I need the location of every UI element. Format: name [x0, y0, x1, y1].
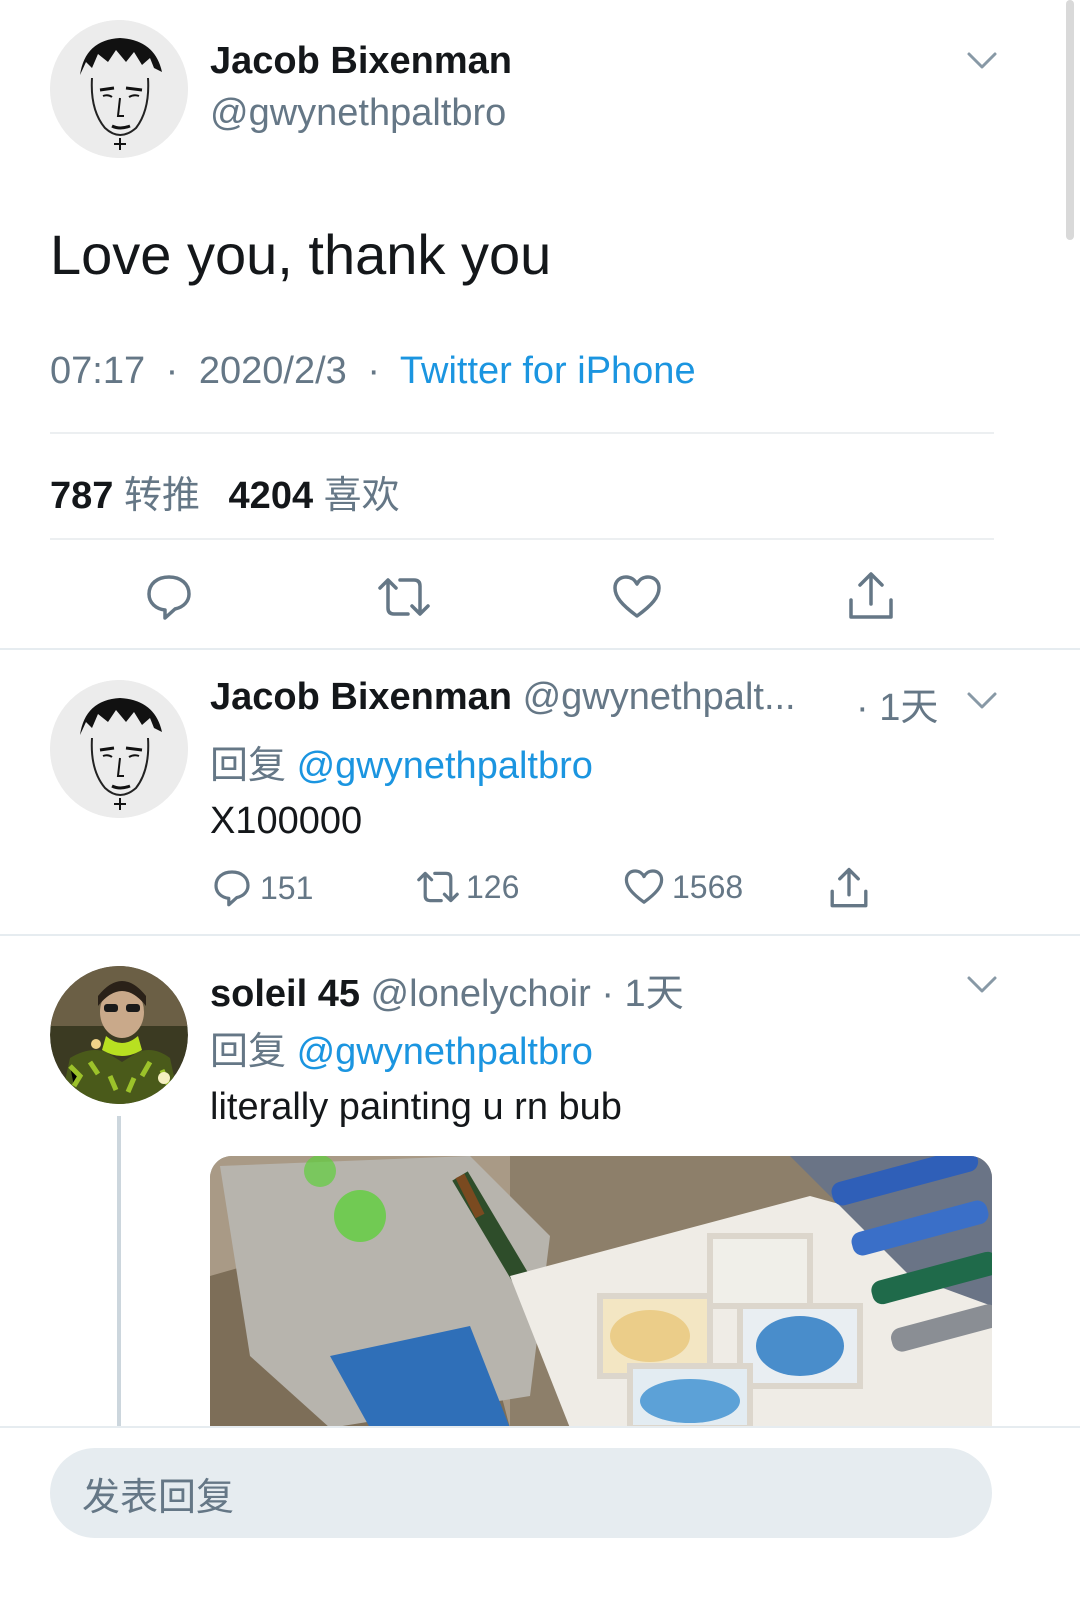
reply-input-placeholder: 发表回复	[82, 1476, 235, 1519]
comment-count: 151	[260, 869, 314, 906]
comment-icon	[214, 870, 250, 907]
retweets-label: 转推	[123, 475, 200, 517]
retweet-icon	[417, 871, 459, 903]
chevron-down-icon[interactable]	[966, 974, 998, 996]
tweet-stats: 787 转推 4204 喜欢	[50, 464, 400, 519]
comment-icon[interactable]	[144, 572, 194, 627]
meta-separator: ·	[367, 350, 381, 392]
reply-to-line: 回复 @gwynethpaltbro	[210, 1020, 593, 1075]
reply-handle[interactable]: @lonelychoir	[371, 973, 591, 1015]
reply-to-link[interactable]: @gwynethpaltbro	[297, 1031, 593, 1073]
section-divider	[0, 934, 1080, 936]
retweet-icon[interactable]	[374, 574, 434, 625]
retweet-count: 126	[466, 868, 520, 905]
reply-to-line: 回复 @gwynethpaltbro	[210, 734, 593, 789]
reply-text: X100000	[210, 800, 363, 842]
likes-stat[interactable]: 4204 喜欢	[229, 475, 400, 517]
chevron-down-icon[interactable]	[966, 50, 998, 72]
reply-header: Jacob Bixenman @gwynethpalt...	[210, 676, 796, 719]
reply-retweet-action[interactable]: 126	[414, 868, 519, 906]
reply-prefix: 回复	[210, 745, 287, 787]
share-icon[interactable]	[846, 570, 896, 627]
thread-line	[117, 1116, 121, 1428]
author-display-name[interactable]: Jacob Bixenman	[210, 40, 512, 83]
scrollbar[interactable]	[1066, 0, 1074, 240]
tweet-time: 07:17	[50, 350, 146, 392]
reply-display-name[interactable]: Jacob Bixenman	[210, 676, 512, 718]
tweet-text: Love you, thank you	[50, 223, 552, 286]
tweet-meta: 07:17 · 2020/2/3 · Twitter for iPhone	[50, 350, 696, 393]
retweets-stat[interactable]: 787 转推	[50, 475, 211, 517]
reply-handle[interactable]: @gwynethpalt...	[523, 676, 796, 718]
section-divider	[0, 648, 1080, 650]
media-image[interactable]	[210, 1156, 992, 1428]
meta-separator: ·	[165, 350, 179, 392]
author-handle[interactable]: @gwynethpaltbro	[210, 92, 506, 135]
likes-label: 喜欢	[323, 475, 400, 517]
reply-header: soleil 45 @lonelychoir · 1天	[210, 962, 684, 1017]
like-count: 1568	[672, 868, 744, 905]
divider	[50, 432, 994, 434]
chevron-down-icon[interactable]	[966, 690, 998, 712]
heart-icon	[624, 869, 664, 904]
reply-text: literally painting u rn bub	[210, 1086, 622, 1128]
reply-avatar[interactable]	[50, 966, 188, 1104]
author-avatar[interactable]	[50, 20, 188, 158]
reply-age: · 1天	[856, 687, 939, 729]
likes-count: 4204	[228, 475, 314, 517]
tweet-source-link[interactable]: Twitter for iPhone	[400, 350, 696, 392]
tweet-date: 2020/2/3	[198, 350, 347, 392]
retweets-count: 787	[50, 475, 114, 517]
reply-to-link[interactable]: @gwynethpaltbro	[297, 745, 593, 787]
reply-input[interactable]: 发表回复	[50, 1448, 992, 1538]
heart-icon[interactable]	[612, 574, 662, 625]
reply-comment-action[interactable]: 151	[212, 868, 313, 908]
reply-like-action[interactable]: 1568	[624, 868, 743, 906]
share-icon[interactable]	[828, 866, 870, 915]
reply-avatar[interactable]	[50, 680, 188, 818]
reply-display-name[interactable]: soleil 45	[210, 973, 360, 1015]
divider	[50, 538, 994, 540]
reply-prefix: 回复	[210, 1031, 287, 1073]
reply-age: · 1天	[601, 973, 684, 1015]
